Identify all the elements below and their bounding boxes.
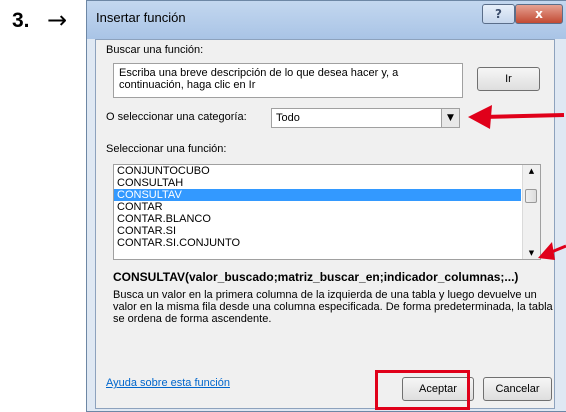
go-button[interactable]: Ir [477, 67, 540, 91]
cancel-button[interactable]: Cancelar [483, 377, 552, 401]
category-value: Todo [276, 112, 300, 124]
search-input[interactable]: Escriba una breve descripción de lo que … [113, 63, 463, 98]
list-arrow-icon [538, 242, 566, 260]
help-button[interactable]: ? [482, 4, 515, 24]
function-syntax: CONSULTAV(valor_buscado;matriz_buscar_en… [113, 270, 519, 284]
category-select[interactable]: Todo ▼ [271, 108, 460, 128]
list-item-selected[interactable]: CONSULTAV [114, 189, 521, 201]
list-item[interactable]: CONTAR.SI.CONJUNTO [114, 237, 521, 249]
function-description: Busca un valor en la primera columna de … [113, 289, 553, 325]
category-label: O seleccionar una categoría: [106, 111, 247, 123]
step-arrow-icon: → [47, 6, 68, 34]
chevron-down-icon[interactable]: ▼ [441, 109, 459, 127]
search-label: Buscar una función: [106, 44, 204, 56]
step-number: 3. [12, 9, 30, 32]
ok-highlight-box [375, 370, 470, 410]
function-list[interactable]: CONJUNTOCUBO CONSULTAH CONSULTAV CONTAR … [113, 164, 541, 260]
insert-function-dialog: Insertar función ? x Buscar una función:… [86, 0, 566, 412]
list-item[interactable]: CONTAR.SI [114, 225, 521, 237]
help-link[interactable]: Ayuda sobre esta función [106, 377, 230, 389]
list-item[interactable]: CONJUNTOCUBO [114, 165, 521, 177]
function-label: Seleccionar una función: [106, 143, 227, 155]
category-arrow-icon [468, 105, 565, 129]
title-bar[interactable]: Insertar función ? x [87, 1, 566, 39]
scroll-thumb[interactable] [525, 189, 537, 203]
dialog-title: Insertar función [96, 10, 186, 25]
list-item[interactable]: CONSULTAH [114, 177, 521, 189]
close-button[interactable]: x [515, 4, 563, 24]
list-item[interactable]: CONTAR [114, 201, 521, 213]
scroll-up-icon[interactable]: ▲ [523, 167, 540, 175]
list-item[interactable]: CONTAR.BLANCO [114, 213, 521, 225]
dialog-body: Buscar una función: Escriba una breve de… [95, 39, 555, 409]
